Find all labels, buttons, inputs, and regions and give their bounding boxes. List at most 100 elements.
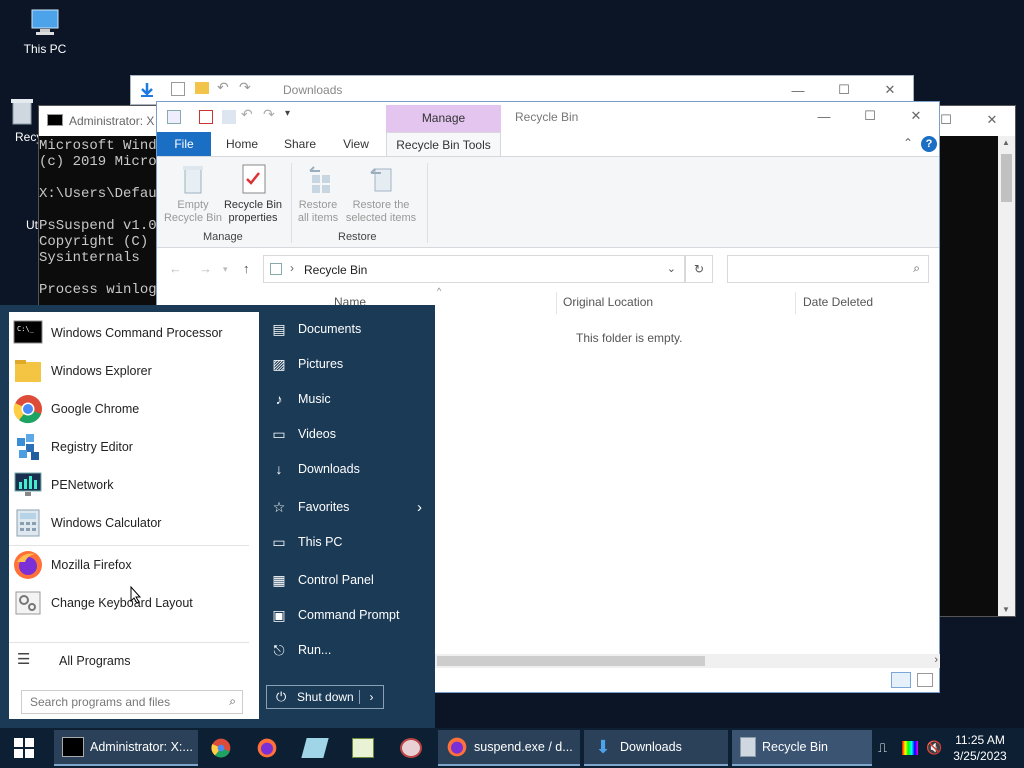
restore-selected-button[interactable]: Restore the selected items	[343, 163, 419, 225]
taskbar-console-window[interactable]: Administrator: X:...	[54, 730, 198, 766]
tab-home[interactable]: Home	[217, 132, 267, 156]
horizontal-scrollbar[interactable]: ›	[435, 654, 940, 668]
programs-pane: C:\_ Windows Command Processor Windows E…	[9, 312, 259, 719]
refresh-button[interactable]: ↻	[685, 255, 713, 283]
redo-icon[interactable]: ↷	[263, 106, 277, 122]
taskbar: Administrator: X:... suspend.exe / d... …	[0, 728, 1024, 768]
scroll-right-icon[interactable]: ›	[934, 654, 938, 666]
taskbar-firefox[interactable]	[248, 730, 284, 766]
scroll-down-icon[interactable]: ▼	[1002, 605, 1010, 614]
taskbar-clock[interactable]: 11:25 AM 3/25/2023	[948, 732, 1012, 764]
back-arrow-icon[interactable]: ←	[169, 261, 182, 276]
taskbar-downloads-window[interactable]: ⬇ Downloads	[584, 730, 728, 766]
desktop-icon-this-pc[interactable]: This PC	[10, 8, 80, 56]
shutdown-button[interactable]: ⏻ Shut down ›	[266, 685, 384, 709]
network-icon[interactable]: ⎍	[878, 740, 896, 756]
breadcrumb[interactable]: Recycle Bin	[304, 263, 367, 277]
folder-icon[interactable]	[195, 82, 209, 94]
program-command-processor[interactable]: C:\_ Windows Command Processor	[9, 316, 259, 350]
start-link-videos[interactable]: ▭ Videos	[270, 425, 336, 443]
minimize-button[interactable]: —	[801, 102, 847, 130]
program-penetwork[interactable]: PENetwork	[9, 468, 259, 502]
forward-arrow-icon[interactable]: →	[199, 261, 212, 276]
scrollbar-thumb[interactable]	[1001, 154, 1012, 202]
undo-icon[interactable]: ↶	[217, 79, 229, 96]
tab-view[interactable]: View	[331, 132, 381, 156]
tab-recycle-bin-tools[interactable]: Recycle Bin Tools	[386, 132, 501, 156]
taskbar-recycle-bin-window[interactable]: Recycle Bin	[732, 730, 872, 766]
program-registry-editor[interactable]: Registry Editor	[9, 430, 259, 464]
start-link-pictures[interactable]: ▨ Pictures	[270, 355, 343, 373]
restore-all-items-button[interactable]: Restore all items	[293, 163, 343, 225]
close-button[interactable]: ✕	[969, 106, 1015, 134]
start-link-run[interactable]: ⎋ Run...	[270, 641, 331, 659]
scroll-up-icon[interactable]: ▲	[1002, 138, 1010, 147]
start-link-command-prompt[interactable]: ▣ Command Prompt	[270, 606, 399, 624]
close-button[interactable]: ✕	[893, 102, 939, 130]
new-folder-icon[interactable]	[222, 110, 236, 124]
program-windows-explorer[interactable]: Windows Explorer	[9, 354, 259, 388]
search-icon: ⌕	[913, 261, 920, 275]
taskbar-label: Administrator: X:...	[90, 740, 193, 754]
recent-locations-icon[interactable]: ▾	[223, 264, 228, 275]
column-original-location[interactable]: Original Location	[563, 295, 653, 309]
up-arrow-icon[interactable]: ↑	[243, 261, 250, 276]
address-bar[interactable]: › Recycle Bin ⌄	[263, 255, 685, 283]
collapse-ribbon-icon[interactable]: ⌃	[903, 136, 913, 150]
context-tab-manage[interactable]: Manage	[386, 105, 501, 132]
program-windows-calculator[interactable]: Windows Calculator	[9, 506, 259, 540]
start-link-documents[interactable]: ▤ Documents	[270, 320, 361, 338]
program-label: Windows Explorer	[51, 364, 152, 378]
start-link-music[interactable]: ♪ Music	[270, 390, 331, 408]
link-label: Downloads	[298, 462, 360, 476]
large-icons-view-icon[interactable]	[917, 673, 933, 687]
help-icon[interactable]: ?	[921, 136, 937, 152]
empty-recycle-bin-button[interactable]: Empty Recycle Bin	[161, 163, 225, 225]
taskbar-notepad[interactable]	[296, 730, 332, 766]
customize-qat-icon[interactable]: ▾	[285, 108, 299, 122]
redo-icon[interactable]: ↷	[239, 79, 251, 96]
maximize-button[interactable]: ☐	[821, 76, 867, 104]
all-programs-button[interactable]: ☰ All Programs	[9, 644, 259, 678]
scrollbar-thumb[interactable]	[437, 656, 705, 666]
details-view-icon[interactable]	[891, 672, 911, 688]
start-link-this-pc[interactable]: ▭ This PC	[270, 533, 342, 551]
clock-date: 3/25/2023	[953, 749, 1007, 763]
column-date-deleted[interactable]: Date Deleted	[803, 295, 873, 309]
mouse-cursor-icon	[130, 586, 142, 604]
start-link-control-panel[interactable]: ▦ Control Panel	[270, 571, 373, 589]
tab-share[interactable]: Share	[275, 132, 325, 156]
start-button[interactable]	[0, 728, 48, 768]
link-label: Documents	[298, 322, 362, 336]
start-link-favorites[interactable]: ☆ Favorites ›	[270, 498, 430, 516]
search-input[interactable]: ⌕	[727, 255, 929, 283]
desktop-icon-recycle-bin[interactable]: Recy	[2, 96, 42, 144]
tab-file[interactable]: File	[157, 132, 211, 156]
start-link-downloads[interactable]: ↓ Downloads	[270, 460, 360, 478]
column-separator[interactable]	[556, 292, 557, 314]
program-label: Registry Editor	[51, 440, 133, 454]
volume-muted-icon[interactable]: 🔇	[926, 740, 942, 756]
close-button[interactable]: ✕	[867, 76, 913, 104]
maximize-button[interactable]: ☐	[847, 102, 893, 130]
undo-icon[interactable]: ↶	[241, 106, 255, 122]
program-google-chrome[interactable]: Google Chrome	[9, 392, 259, 426]
taskbar-chrome[interactable]	[202, 730, 238, 766]
recycle-bin-properties-button[interactable]: Recycle Bin properties	[223, 163, 283, 225]
start-search-input[interactable]: Search programs and files ⌕	[21, 690, 243, 714]
column-separator[interactable]	[795, 292, 796, 314]
properties-icon[interactable]	[171, 82, 185, 96]
program-mozilla-firefox[interactable]: Mozilla Firefox	[9, 548, 259, 582]
svg-text:C:\_: C:\_	[17, 325, 35, 333]
network-monitor-icon	[14, 472, 42, 496]
chevron-down-icon[interactable]: ⌄	[667, 262, 676, 275]
taskbar-editor[interactable]	[344, 730, 380, 766]
color-display-icon[interactable]	[902, 741, 918, 755]
properties-icon[interactable]	[199, 110, 213, 124]
taskbar-paint[interactable]	[392, 730, 432, 766]
minimize-button[interactable]: —	[775, 76, 821, 104]
taskbar-firefox-window[interactable]: suspend.exe / d...	[438, 730, 580, 766]
vertical-scrollbar[interactable]: ▲ ▼	[998, 136, 1015, 616]
link-label: Pictures	[298, 357, 344, 371]
shutdown-options-chevron-icon[interactable]: ›	[359, 690, 383, 704]
